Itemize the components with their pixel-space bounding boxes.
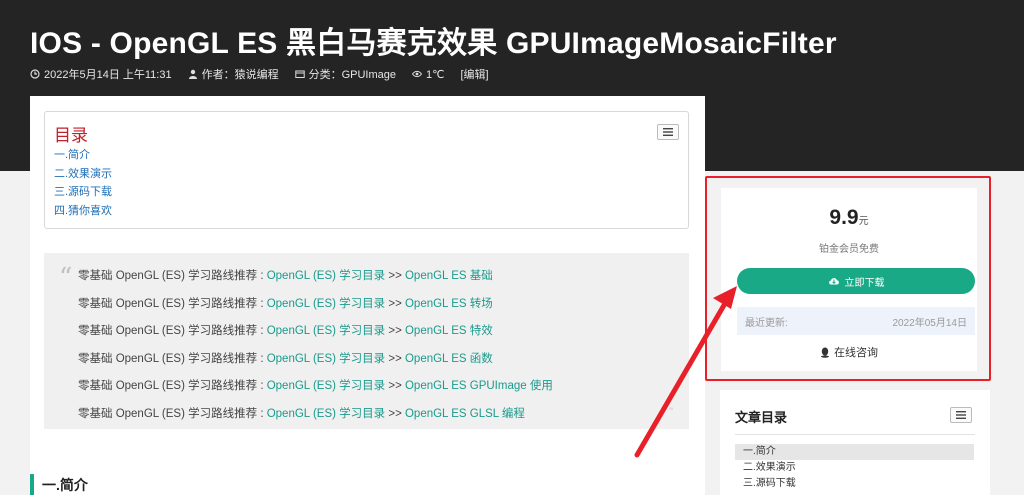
price-unit: 元	[858, 216, 869, 227]
toc-item[interactable]: 一.简介	[54, 146, 112, 165]
learning-catalog-link[interactable]: OpenGL (ES) 学习目录	[267, 380, 385, 392]
sidebar-toc-toggle-button[interactable]	[950, 407, 972, 423]
meta-views: 1℃	[412, 66, 445, 82]
sidebar-toc-widget: 文章目录 一.简介 二.效果演示 三.源码下载	[720, 390, 990, 495]
folder-icon	[294, 70, 305, 78]
online-consult-link[interactable]: 在线咨询	[721, 344, 977, 360]
meta-author[interactable]: 作者：猿说编程	[188, 66, 279, 82]
learning-catalog-link[interactable]: OpenGL (ES) 学习目录	[267, 270, 385, 282]
section-heading: 一.简介	[30, 474, 88, 495]
quote-row: 零基础 OpenGL (ES) 学习路线推荐 : OpenGL (ES) 学习目…	[78, 352, 493, 365]
user-icon	[188, 69, 197, 79]
quote-rows: 零基础 OpenGL (ES) 学习路线推荐 : OpenGL (ES) 学习目…	[78, 263, 553, 428]
topic-link[interactable]: OpenGL ES 特效	[405, 325, 493, 337]
toc-item[interactable]: 四.猜你喜欢	[54, 202, 112, 221]
article-body: 目录 一.简介 二.效果演示 三.源码下载 四.猜你喜欢 “ 零基础 OpenG…	[30, 96, 705, 495]
eye-icon	[412, 70, 423, 78]
learning-catalog-link[interactable]: OpenGL (ES) 学习目录	[267, 353, 385, 365]
table-of-contents: 目录 一.简介 二.效果演示 三.源码下载 四.猜你喜欢	[44, 111, 689, 229]
cloud-download-icon	[828, 278, 839, 285]
toc-item[interactable]: 三.源码下载	[54, 183, 112, 202]
quote-row: 零基础 OpenGL (ES) 学习路线推荐 : OpenGL (ES) 学习目…	[78, 270, 493, 282]
topic-link[interactable]: OpenGL ES 基础	[405, 270, 493, 282]
topic-link[interactable]: OpenGL ES GPUImage 使用	[405, 380, 553, 392]
sidebar-toc-title: 文章目录	[735, 410, 788, 425]
toc-item[interactable]: 二.效果演示	[54, 165, 112, 184]
sidebar-toc-item[interactable]: 二.效果演示	[735, 460, 974, 476]
meta-date: 2022年5月14日 上午11:31	[30, 66, 172, 82]
post-meta: 2022年5月14日 上午11:31 作者：猿说编程 分类：GPUImage 1…	[30, 66, 489, 82]
quote-end-mark-icon: ”	[669, 405, 673, 419]
quote-mark-icon: “	[59, 263, 73, 293]
meta-category[interactable]: 分类：GPUImage	[294, 66, 396, 82]
toc-list: 一.简介 二.效果演示 三.源码下载 四.猜你喜欢	[54, 146, 112, 220]
qq-icon	[821, 347, 829, 358]
topic-link[interactable]: OpenGL ES 函数	[405, 353, 493, 365]
sidebar-toc-list: 一.简介 二.效果演示 三.源码下载	[735, 444, 974, 492]
sidebar-toc-item[interactable]: 三.源码下载	[735, 476, 974, 492]
list-icon	[663, 128, 673, 136]
purchase-card: 9.9元 铂金会员免费 立即下载 最近更新: 2022年05月14日 在线咨询	[721, 188, 977, 371]
quote-row: 零基础 OpenGL (ES) 学习路线推荐 : OpenGL (ES) 学习目…	[78, 407, 525, 420]
quote-row: 零基础 OpenGL (ES) 学习路线推荐 : OpenGL (ES) 学习目…	[78, 380, 553, 392]
member-note: 铂金会员免费	[819, 244, 879, 255]
toc-title: 目录	[54, 126, 88, 145]
sidebar-toc-item[interactable]: 一.简介	[735, 444, 974, 460]
list-icon	[956, 411, 966, 419]
purchase-highlight-box: 9.9元 铂金会员免费 立即下载 最近更新: 2022年05月14日 在线咨询	[705, 176, 991, 381]
edit-link[interactable]: [编辑]	[461, 66, 489, 82]
price: 9.9元	[829, 206, 869, 229]
toc-toggle-button[interactable]	[657, 124, 679, 140]
post-title: IOS - OpenGL ES 黑白马赛克效果 GPUImageMosaicFi…	[30, 27, 837, 60]
quote-row: 零基础 OpenGL (ES) 学习路线推荐 : OpenGL (ES) 学习目…	[78, 297, 493, 310]
download-button[interactable]: 立即下载	[737, 268, 975, 294]
quote-row: 零基础 OpenGL (ES) 学习路线推荐 : OpenGL (ES) 学习目…	[78, 325, 493, 337]
topic-link[interactable]: OpenGL ES 转场	[405, 298, 493, 310]
clock-icon	[30, 69, 40, 79]
last-updated: 最近更新: 2022年05月14日	[737, 307, 975, 335]
learning-catalog-link[interactable]: OpenGL (ES) 学习目录	[267, 408, 385, 420]
divider	[735, 434, 975, 435]
learning-catalog-link[interactable]: OpenGL (ES) 学习目录	[267, 298, 385, 310]
topic-link[interactable]: OpenGL ES GLSL 编程	[405, 408, 525, 420]
learning-catalog-link[interactable]: OpenGL (ES) 学习目录	[267, 325, 385, 337]
learning-path-quote: “ 零基础 OpenGL (ES) 学习路线推荐 : OpenGL (ES) 学…	[44, 253, 689, 429]
